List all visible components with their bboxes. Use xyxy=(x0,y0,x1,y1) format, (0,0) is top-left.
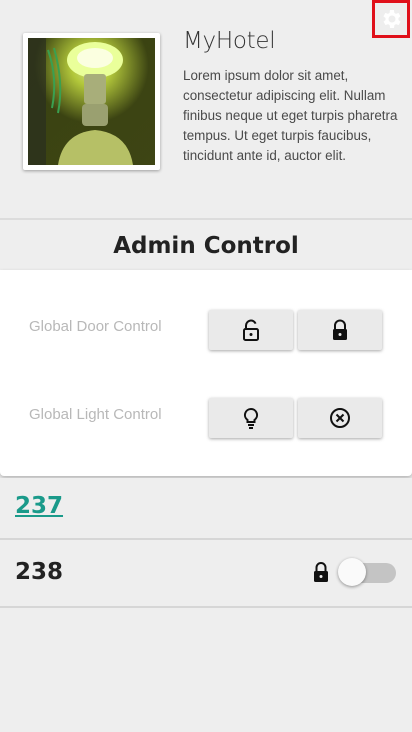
gear-icon xyxy=(383,10,401,28)
settings-button[interactable] xyxy=(372,0,410,38)
global-light-on-button[interactable] xyxy=(209,398,293,438)
lock-icon xyxy=(314,562,328,582)
room-238-label: 238 xyxy=(15,559,64,585)
lightbulb-icon xyxy=(243,407,259,429)
room-237-link[interactable]: 237 xyxy=(15,493,63,519)
room-238-lock-status xyxy=(312,561,330,587)
hotel-photo xyxy=(23,33,160,170)
divider xyxy=(0,606,412,608)
hotel-name: MyHotel xyxy=(183,28,276,54)
cancel-circle-icon xyxy=(330,408,350,428)
admin-control-card: Global Door Control Global Light Control xyxy=(0,270,412,476)
room-238-light-toggle[interactable] xyxy=(338,557,396,587)
admin-control-title: Admin Control xyxy=(113,233,299,259)
lock-icon xyxy=(333,319,347,340)
global-light-control-label: Global Light Control xyxy=(29,406,162,423)
hotel-header: MyHotel Lorem ipsum dolor sit amet, cons… xyxy=(0,0,412,220)
global-lock-button[interactable] xyxy=(298,310,382,350)
hotel-description: Lorem ipsum dolor sit amet, consectetur … xyxy=(183,68,398,163)
lock-open-icon xyxy=(243,319,259,341)
global-unlock-button[interactable] xyxy=(209,310,293,350)
admin-control-header: Admin Control xyxy=(0,218,412,272)
global-light-off-button[interactable] xyxy=(298,398,382,438)
toggle-thumb xyxy=(338,558,366,586)
lightbulb-photo xyxy=(28,38,155,165)
global-door-control-label: Global Door Control xyxy=(29,318,162,335)
